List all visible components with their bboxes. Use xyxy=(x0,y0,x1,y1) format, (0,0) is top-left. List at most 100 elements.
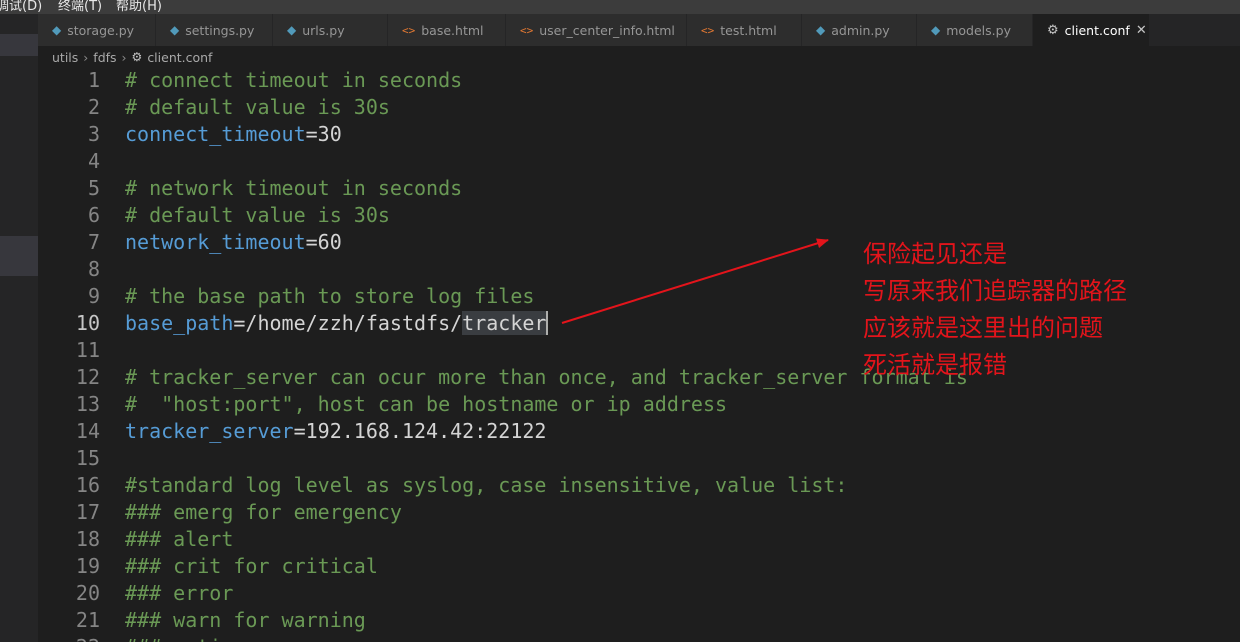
tab-models-py[interactable]: ◆ models.py xyxy=(917,14,1033,46)
tab-base-html[interactable]: <> base.html xyxy=(388,14,506,46)
code-line[interactable]: 5 # network timeout in seconds xyxy=(38,175,1240,202)
html-icon: <> xyxy=(520,23,534,37)
line-code: ### error xyxy=(125,580,233,607)
python-icon: ◆ xyxy=(816,23,826,37)
line-code: # default value is 30s xyxy=(125,202,390,229)
tab-label: test.html xyxy=(720,22,777,38)
line-number: 9 xyxy=(87,284,100,308)
line-code: ### alert xyxy=(125,526,233,553)
code-token: =/home/zzh/fastdfs/ xyxy=(233,311,463,335)
tab-label: settings.py xyxy=(185,22,255,38)
line-number: 3 xyxy=(87,122,100,146)
line-code: ### emerg for emergency xyxy=(125,499,402,526)
tab-storage-py[interactable]: ◆ storage.py xyxy=(38,14,156,46)
code-token: ### emerg for emergency xyxy=(125,500,402,524)
python-icon: ◆ xyxy=(931,23,941,37)
line-code: ### notice xyxy=(125,634,245,642)
tab-test-html[interactable]: <> test.html xyxy=(687,14,802,46)
code-token: connect_timeout xyxy=(125,122,306,146)
breadcrumb-item[interactable]: fdfs xyxy=(93,50,116,65)
menu-debug[interactable]: 调试(D) xyxy=(0,0,42,14)
sidebar-strip xyxy=(0,14,38,642)
code-token: # "host:port", host can be hostname or i… xyxy=(125,392,728,416)
code-line[interactable]: 1 # connect timeout in seconds xyxy=(38,68,1240,94)
line-number: 7 xyxy=(87,230,100,254)
code-line[interactable]: 13 # "host:port", host can be hostname or… xyxy=(38,391,1240,418)
tab-urls-py[interactable]: ◆ urls.py xyxy=(273,14,388,46)
tab-label: base.html xyxy=(421,22,484,38)
tab-label: storage.py xyxy=(67,22,135,38)
line-number: 13 xyxy=(75,392,100,416)
line-code: # "host:port", host can be hostname or i… xyxy=(125,391,727,418)
tab-user-center-info-html[interactable]: <> user_center_info.html xyxy=(506,14,687,46)
line-number: 5 xyxy=(87,176,100,200)
line-number: 16 xyxy=(75,473,100,497)
line-number: 6 xyxy=(87,203,100,227)
code-line[interactable]: 16 #standard log level as syslog, case in… xyxy=(38,472,1240,499)
tab-client-conf[interactable]: ⚙ client.conf ✕ xyxy=(1033,14,1150,46)
line-number: 1 xyxy=(87,68,100,92)
tab-settings-py[interactable]: ◆ settings.py xyxy=(156,14,273,46)
code-token: ### crit for critical xyxy=(125,554,378,578)
code-token: =60 xyxy=(305,230,342,254)
code-token: ### notice xyxy=(125,635,245,642)
python-icon: ◆ xyxy=(287,23,297,37)
close-icon[interactable]: ✕ xyxy=(1136,23,1147,38)
menu-terminal[interactable]: 终端(T) xyxy=(58,0,102,14)
line-number: 17 xyxy=(75,500,100,524)
line-code: base_path=/home/zzh/fastdfs/tracker xyxy=(125,310,549,337)
line-code: ### warn for warning xyxy=(125,607,366,634)
html-icon: <> xyxy=(402,23,416,37)
code-token: # tracker_server can ocur more than once… xyxy=(125,365,968,389)
line-code: network_timeout=60 xyxy=(125,229,342,256)
code-token: network_timeout xyxy=(125,230,306,254)
menu-bar: 调试(D) 终端(T) 帮助(H) xyxy=(0,0,1240,14)
code-token: # connect timeout in seconds xyxy=(125,68,463,92)
code-line[interactable]: 22 ### notice xyxy=(38,634,1240,642)
text-cursor xyxy=(546,311,549,335)
code-token: =30 xyxy=(305,122,342,146)
chevron-right-icon: › xyxy=(121,49,127,65)
code-line[interactable]: 20 ### error xyxy=(38,580,1240,607)
line-code: # tracker_server can ocur more than once… xyxy=(125,364,968,391)
line-code: # the base path to store log files xyxy=(125,283,534,310)
code-token: tracker xyxy=(462,311,547,335)
line-number: 22 xyxy=(38,634,100,642)
line-number: 11 xyxy=(75,338,100,362)
code-token: # default value is 30s xyxy=(125,95,390,119)
line-code: # default value is 30s xyxy=(125,94,390,121)
code-line[interactable]: 2 # default value is 30s xyxy=(38,94,1240,121)
line-code: # connect timeout in seconds xyxy=(125,68,462,94)
code-token: #standard log level as syslog, case inse… xyxy=(125,473,848,497)
code-line[interactable]: 18 ### alert xyxy=(38,526,1240,553)
breadcrumb: utils › fdfs › ⚙ client.conf xyxy=(38,46,1240,68)
line-number: 8 xyxy=(87,257,100,281)
code-line[interactable]: 14 tracker_server=192.168.124.42:22122 xyxy=(38,418,1240,445)
code-line[interactable]: 4 xyxy=(38,148,1240,175)
code-token: ### warn for warning xyxy=(125,608,366,632)
code-line[interactable]: 3 connect_timeout=30 xyxy=(38,121,1240,148)
tab-label: admin.py xyxy=(831,22,890,38)
annotation-line: 应该就是这里出的问题 xyxy=(863,314,1103,342)
line-number: 10 xyxy=(75,311,100,335)
sidebar-row[interactable] xyxy=(0,236,38,276)
line-number: 18 xyxy=(75,527,100,551)
code-line[interactable]: 15 xyxy=(38,445,1240,472)
annotation-line: 保险起见还是 xyxy=(863,240,1007,268)
code-line[interactable]: 6 # default value is 30s xyxy=(38,202,1240,229)
sidebar-row[interactable] xyxy=(0,34,38,56)
line-number: 20 xyxy=(75,581,100,605)
line-code: ### crit for critical xyxy=(125,553,378,580)
code-line[interactable]: 17 ### emerg for emergency xyxy=(38,499,1240,526)
code-line[interactable]: 19 ### crit for critical xyxy=(38,553,1240,580)
tab-admin-py[interactable]: ◆ admin.py xyxy=(802,14,917,46)
menu-help[interactable]: 帮助(H) xyxy=(116,0,162,14)
line-code: tracker_server=192.168.124.42:22122 xyxy=(125,418,546,445)
breadcrumb-item[interactable]: client.conf xyxy=(147,50,212,65)
tab-label: user_center_info.html xyxy=(539,22,675,38)
line-number: 12 xyxy=(75,365,100,389)
code-token: =192.168.124.42:22122 xyxy=(293,419,547,443)
code-line[interactable]: 21 ### warn for warning xyxy=(38,607,1240,634)
breadcrumb-item[interactable]: utils xyxy=(52,50,78,65)
code-token: # network timeout in seconds xyxy=(125,176,463,200)
